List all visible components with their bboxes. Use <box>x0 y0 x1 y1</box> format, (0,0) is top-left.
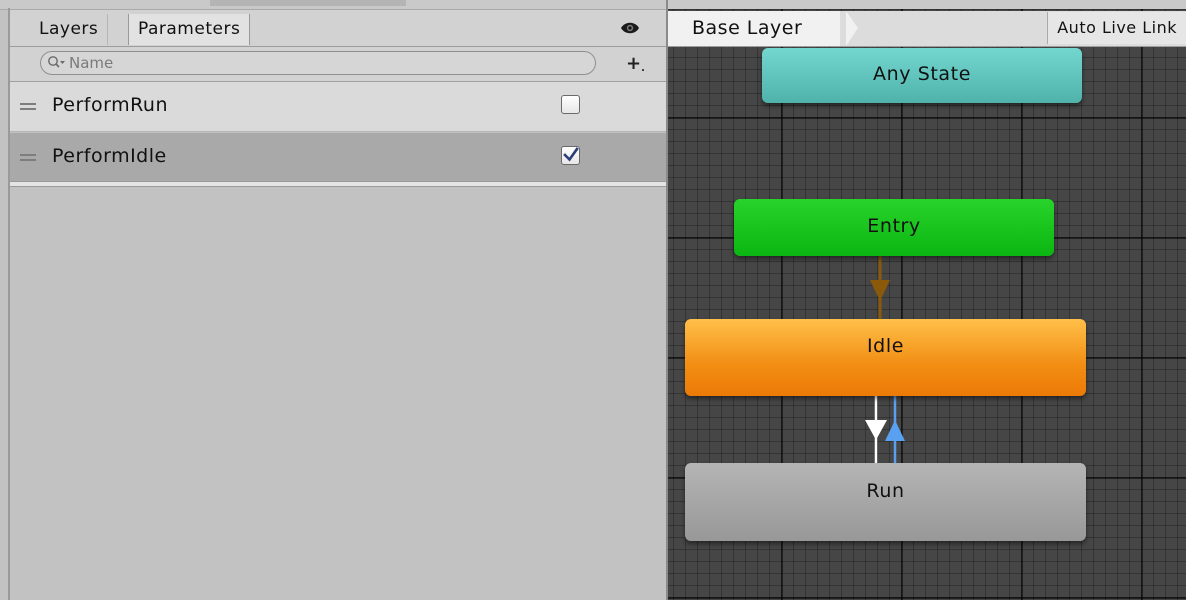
parameters-panel: Layers Parameters +. PerformRun <box>0 0 668 600</box>
transition-arrow-icon <box>885 420 905 441</box>
state-entry[interactable]: Entry <box>734 199 1054 256</box>
panel-tab-bar: Layers Parameters <box>10 10 666 47</box>
search-box[interactable] <box>40 51 596 75</box>
list-bottom-divider <box>10 181 666 187</box>
state-any-state[interactable]: Any State <box>762 48 1082 103</box>
tab-parameters[interactable]: Parameters <box>128 14 251 45</box>
panel-top-strip <box>0 0 666 10</box>
search-icon[interactable] <box>47 55 67 75</box>
transition-arrow-icon <box>870 280 890 301</box>
breadcrumb-arrow-icon <box>846 11 858 46</box>
drag-handle-icon[interactable] <box>20 154 36 161</box>
drag-handle-icon[interactable] <box>20 103 36 110</box>
parameter-bool-checkbox[interactable] <box>561 95 580 114</box>
transition-idle-run[interactable] <box>865 396 887 463</box>
breadcrumb-base-layer[interactable]: Base Layer <box>668 11 841 46</box>
breadcrumb: Base Layer Auto Live Link <box>668 11 1186 47</box>
search-input[interactable] <box>69 53 569 73</box>
checkmark-icon <box>563 147 579 162</box>
parameter-row-performidle[interactable]: PerformIdle <box>10 133 666 181</box>
parameter-name: PerformRun <box>52 94 169 116</box>
transition-run-idle[interactable] <box>885 396 905 463</box>
add-parameter-icon[interactable]: +. <box>626 53 645 74</box>
search-row: +. <box>10 47 666 82</box>
transition-arrow-icon <box>865 420 887 440</box>
graph-top-strip <box>668 0 1186 9</box>
parameter-bool-checkbox[interactable] <box>561 146 580 165</box>
state-run[interactable]: Run <box>685 463 1086 541</box>
transition-entry-idle[interactable] <box>870 256 890 319</box>
state-machine-graph[interactable]: Base Layer Auto Live Link Any State Entr… <box>668 0 1186 600</box>
tab-layers[interactable]: Layers <box>30 14 109 45</box>
state-idle[interactable]: Idle <box>685 319 1086 396</box>
parameter-row-performrun[interactable]: PerformRun <box>10 82 666 132</box>
eye-icon[interactable] <box>620 20 639 34</box>
panel-top-notch <box>210 0 406 6</box>
parameter-name: PerformIdle <box>52 145 167 167</box>
auto-live-link-button[interactable]: Auto Live Link <box>1047 12 1186 44</box>
